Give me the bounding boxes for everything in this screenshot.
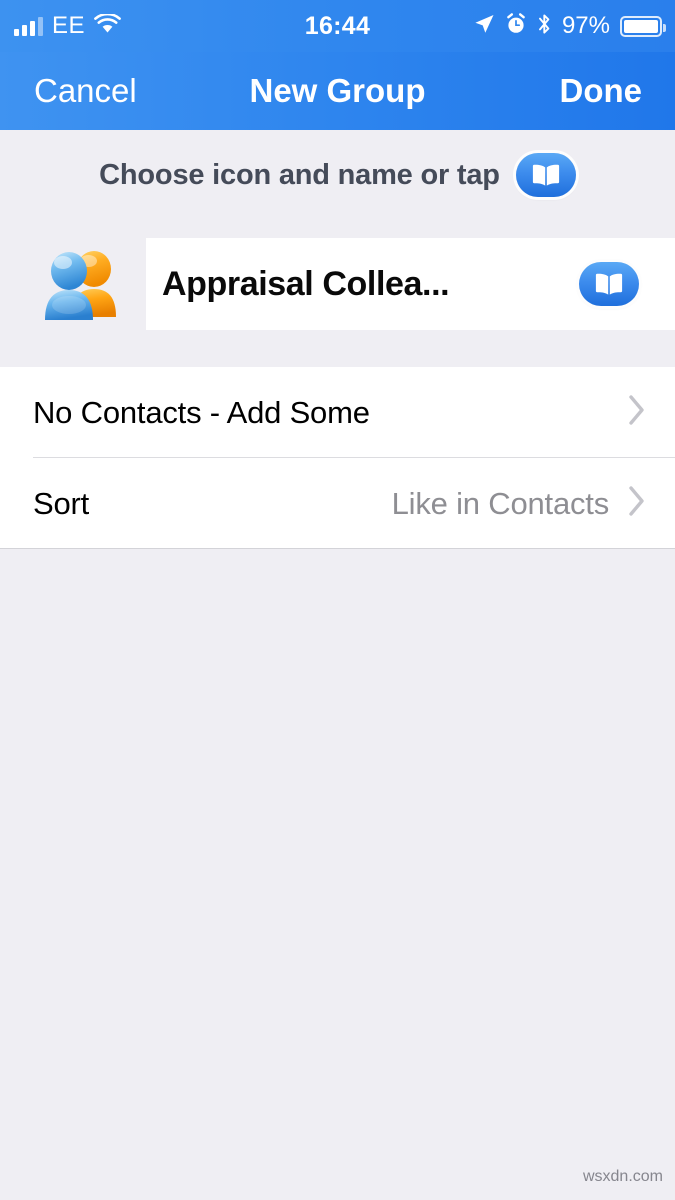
battery-icon [620,15,666,37]
list-item-no-contacts[interactable]: No Contacts - Add Some [0,367,675,458]
location-arrow-icon [473,13,495,40]
list-item-label: Sort [33,485,90,521]
iphone-screen: EE 16:44 97% Cancel New Group Done Choos… [0,0,675,1200]
watermark: wsxdn.com [582,1168,663,1185]
status-bar: EE 16:44 97% [0,0,675,52]
two-people-avatar-icon[interactable] [36,245,128,323]
chevron-right-icon [627,393,647,432]
book-icon[interactable] [515,153,576,197]
settings-list: No Contacts - Add Some Sort Like in Cont… [0,367,675,549]
done-button[interactable]: Done [560,72,643,110]
status-bar-right: 97% [473,12,666,40]
battery-percent-label: 97% [561,12,610,39]
group-name-field[interactable]: Appraisal Collea... [146,238,675,330]
chevron-right-icon [627,484,647,523]
group-name-value: Appraisal Collea... [162,264,450,303]
list-item-value: Like in Contacts [391,485,610,521]
list-item-sort[interactable]: Sort Like in Contacts [0,458,675,549]
list-bottom-border [0,548,675,549]
prompt-label: Choose icon and name or tap [99,158,500,191]
book-icon[interactable] [579,262,639,306]
list-item-label: No Contacts - Add Some [33,394,370,430]
bluetooth-icon [537,13,552,40]
navigation-bar: Cancel New Group Done [0,52,675,130]
group-name-row: Appraisal Collea... [0,238,675,330]
alarm-clock-icon [505,12,527,40]
choose-icon-prompt-row: Choose icon and name or tap [0,130,675,220]
